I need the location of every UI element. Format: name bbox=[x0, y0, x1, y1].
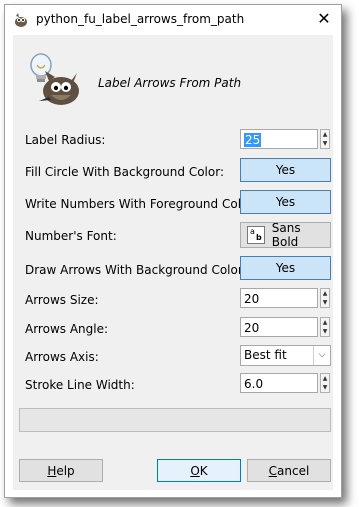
stroke-line-width-label: Stroke Line Width: bbox=[25, 378, 135, 392]
write-numbers-toggle[interactable]: Yes bbox=[240, 190, 331, 214]
label-radius-spinner[interactable]: 25 ▲ ▼ bbox=[240, 129, 331, 151]
cancel-button-label: Cancel bbox=[268, 463, 310, 478]
label-radius-value: 25 bbox=[244, 133, 262, 147]
close-icon: ✕ bbox=[317, 8, 331, 28]
stroke-line-width-increment-button[interactable]: ▲ bbox=[321, 374, 329, 383]
dialog-window: python_fu_label_arrows_from_path ✕ Label… bbox=[4, 4, 342, 498]
arrows-angle-spinner[interactable]: 20 ▲ ▼ bbox=[240, 317, 331, 339]
fill-circle-toggle[interactable]: Yes bbox=[240, 158, 331, 182]
arrows-axis-label: Arrows Axis: bbox=[25, 350, 99, 364]
title-bar: python_fu_label_arrows_from_path ✕ bbox=[5, 5, 341, 34]
progress-bar bbox=[19, 408, 331, 432]
write-numbers-label: Write Numbers With Foreground Color: bbox=[25, 197, 258, 211]
chevron-down-icon[interactable]: ⌵ bbox=[313, 346, 330, 365]
help-button-label: Help bbox=[47, 463, 75, 478]
arrows-angle-increment-button[interactable]: ▲ bbox=[321, 318, 329, 327]
draw-arrows-label: Draw Arrows With Background Color: bbox=[25, 263, 247, 277]
ok-button[interactable]: OK bbox=[157, 459, 241, 482]
font-chooser-button[interactable]: a b Sans Bold bbox=[240, 221, 331, 249]
help-button[interactable]: Help bbox=[19, 459, 103, 482]
numbers-font-label: Number's Font: bbox=[25, 229, 117, 243]
arrows-axis-select[interactable]: Best fit ⌵ bbox=[240, 345, 331, 366]
gimp-wilber-lightbulb-icon bbox=[30, 53, 79, 105]
arrows-angle-decrement-button[interactable]: ▼ bbox=[321, 327, 329, 336]
arrows-axis-value: Best fit bbox=[244, 348, 287, 362]
arrows-angle-stepper: ▲ ▼ bbox=[320, 317, 330, 337]
ok-button-label: OK bbox=[190, 463, 208, 478]
gimp-app-icon bbox=[15, 13, 27, 27]
arrows-size-increment-button[interactable]: ▲ bbox=[321, 289, 329, 298]
arrows-angle-input[interactable]: 20 bbox=[240, 317, 318, 337]
arrows-angle-label: Arrows Angle: bbox=[25, 322, 109, 336]
cancel-button[interactable]: Cancel bbox=[247, 459, 331, 482]
label-radius-decrement-button[interactable]: ▼ bbox=[321, 139, 329, 148]
fill-circle-label: Fill Circle With Background Color: bbox=[25, 165, 224, 179]
stroke-line-width-stepper: ▲ ▼ bbox=[320, 373, 330, 393]
arrows-size-input[interactable]: 20 bbox=[240, 288, 318, 308]
window-title: python_fu_label_arrows_from_path bbox=[36, 12, 245, 26]
dialog-heading: Label Arrows From Path bbox=[98, 76, 242, 90]
draw-arrows-toggle[interactable]: Yes bbox=[240, 256, 331, 280]
label-radius-increment-button[interactable]: ▲ bbox=[321, 130, 329, 139]
font-name: Sans Bold bbox=[271, 221, 301, 249]
label-radius-label: Label Radius: bbox=[25, 133, 106, 147]
arrows-size-spinner[interactable]: 20 ▲ ▼ bbox=[240, 288, 331, 310]
arrows-size-label: Arrows Size: bbox=[25, 293, 99, 307]
arrows-size-decrement-button[interactable]: ▼ bbox=[321, 298, 329, 307]
stroke-line-width-input[interactable]: 6.0 bbox=[240, 373, 318, 393]
font-icon: a b bbox=[247, 226, 265, 244]
stroke-line-width-decrement-button[interactable]: ▼ bbox=[321, 383, 329, 392]
label-radius-input[interactable]: 25 bbox=[240, 129, 318, 149]
close-button[interactable]: ✕ bbox=[310, 7, 338, 29]
stroke-line-width-spinner[interactable]: 6.0 ▲ ▼ bbox=[240, 373, 331, 395]
dialog-body: Label Arrows From Path Label Radius: 25 … bbox=[13, 35, 333, 490]
arrows-size-stepper: ▲ ▼ bbox=[320, 288, 330, 308]
label-radius-stepper: ▲ ▼ bbox=[320, 129, 330, 149]
